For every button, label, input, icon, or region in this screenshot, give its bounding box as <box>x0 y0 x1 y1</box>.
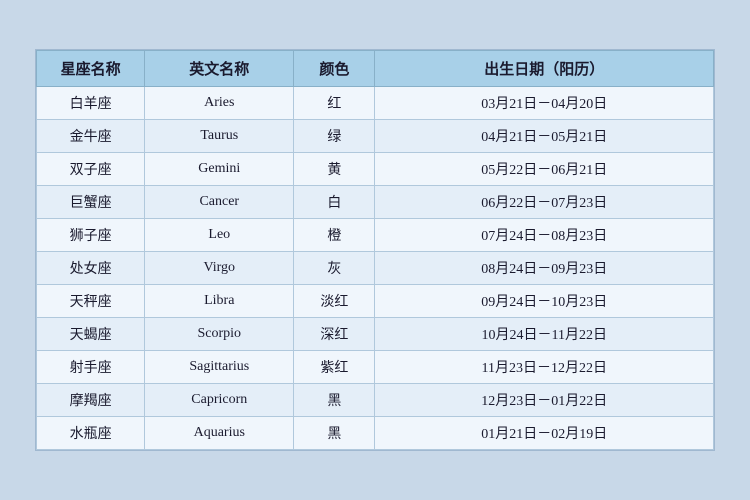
cell-date: 05月22日－06月21日 <box>375 153 714 186</box>
header-date: 出生日期（阳历） <box>375 51 714 87</box>
table-row: 狮子座Leo橙07月24日－08月23日 <box>37 219 714 252</box>
cell-color: 黄 <box>294 153 375 186</box>
cell-color: 灰 <box>294 252 375 285</box>
cell-color: 白 <box>294 186 375 219</box>
table-row: 金牛座Taurus绿04月21日－05月21日 <box>37 120 714 153</box>
cell-color: 黑 <box>294 384 375 417</box>
cell-zh: 狮子座 <box>37 219 145 252</box>
cell-en: Aquarius <box>145 417 294 450</box>
cell-zh: 双子座 <box>37 153 145 186</box>
cell-date: 03月21日－04月20日 <box>375 87 714 120</box>
cell-en: Scorpio <box>145 318 294 351</box>
cell-color: 黑 <box>294 417 375 450</box>
cell-zh: 摩羯座 <box>37 384 145 417</box>
cell-date: 01月21日－02月19日 <box>375 417 714 450</box>
cell-zh: 白羊座 <box>37 87 145 120</box>
cell-zh: 射手座 <box>37 351 145 384</box>
cell-en: Libra <box>145 285 294 318</box>
cell-zh: 天蝎座 <box>37 318 145 351</box>
cell-date: 11月23日－12月22日 <box>375 351 714 384</box>
cell-color: 淡红 <box>294 285 375 318</box>
zodiac-table: 星座名称 英文名称 颜色 出生日期（阳历） 白羊座Aries红03月21日－04… <box>36 50 714 450</box>
cell-color: 绿 <box>294 120 375 153</box>
cell-en: Cancer <box>145 186 294 219</box>
cell-en: Capricorn <box>145 384 294 417</box>
cell-zh: 水瓶座 <box>37 417 145 450</box>
cell-color: 红 <box>294 87 375 120</box>
cell-date: 10月24日－11月22日 <box>375 318 714 351</box>
cell-en: Taurus <box>145 120 294 153</box>
cell-zh: 天秤座 <box>37 285 145 318</box>
table-header-row: 星座名称 英文名称 颜色 出生日期（阳历） <box>37 51 714 87</box>
cell-date: 07月24日－08月23日 <box>375 219 714 252</box>
cell-date: 08月24日－09月23日 <box>375 252 714 285</box>
table-row: 水瓶座Aquarius黑01月21日－02月19日 <box>37 417 714 450</box>
table-row: 双子座Gemini黄05月22日－06月21日 <box>37 153 714 186</box>
table-row: 处女座Virgo灰08月24日－09月23日 <box>37 252 714 285</box>
cell-date: 12月23日－01月22日 <box>375 384 714 417</box>
table-row: 天秤座Libra淡红09月24日－10月23日 <box>37 285 714 318</box>
table-body: 白羊座Aries红03月21日－04月20日金牛座Taurus绿04月21日－0… <box>37 87 714 450</box>
cell-en: Virgo <box>145 252 294 285</box>
header-zh: 星座名称 <box>37 51 145 87</box>
table-row: 天蝎座Scorpio深红10月24日－11月22日 <box>37 318 714 351</box>
header-color: 颜色 <box>294 51 375 87</box>
cell-zh: 巨蟹座 <box>37 186 145 219</box>
zodiac-table-container: 星座名称 英文名称 颜色 出生日期（阳历） 白羊座Aries红03月21日－04… <box>35 49 715 451</box>
table-row: 巨蟹座Cancer白06月22日－07月23日 <box>37 186 714 219</box>
cell-color: 橙 <box>294 219 375 252</box>
table-row: 摩羯座Capricorn黑12月23日－01月22日 <box>37 384 714 417</box>
cell-en: Leo <box>145 219 294 252</box>
table-row: 白羊座Aries红03月21日－04月20日 <box>37 87 714 120</box>
cell-color: 紫红 <box>294 351 375 384</box>
table-row: 射手座Sagittarius紫红11月23日－12月22日 <box>37 351 714 384</box>
cell-en: Sagittarius <box>145 351 294 384</box>
cell-color: 深红 <box>294 318 375 351</box>
cell-date: 04月21日－05月21日 <box>375 120 714 153</box>
header-en: 英文名称 <box>145 51 294 87</box>
cell-date: 06月22日－07月23日 <box>375 186 714 219</box>
cell-zh: 金牛座 <box>37 120 145 153</box>
cell-zh: 处女座 <box>37 252 145 285</box>
cell-date: 09月24日－10月23日 <box>375 285 714 318</box>
cell-en: Gemini <box>145 153 294 186</box>
cell-en: Aries <box>145 87 294 120</box>
